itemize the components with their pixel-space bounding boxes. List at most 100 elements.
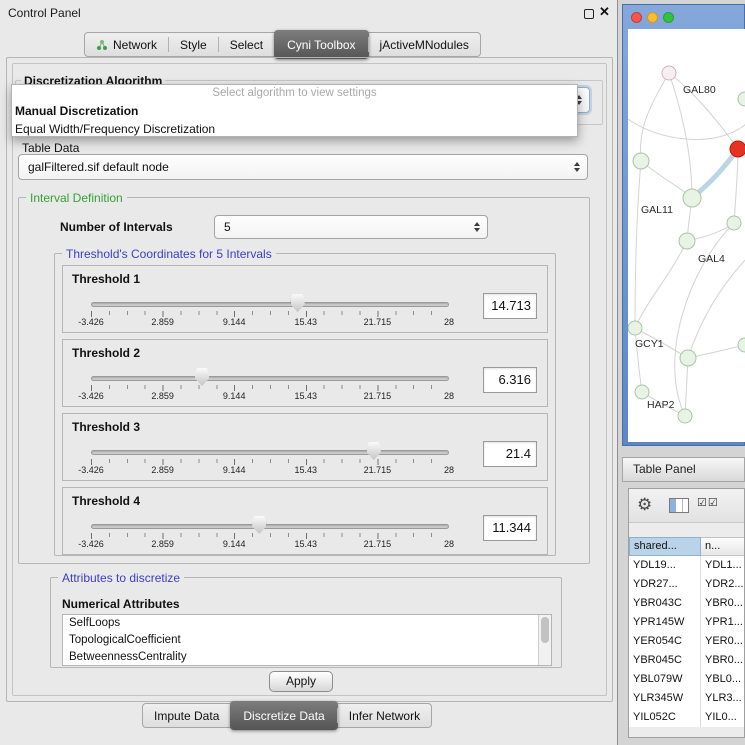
network-icon — [96, 39, 108, 51]
dropdown-option-manual-discretization[interactable]: Manual Discretization — [12, 102, 577, 120]
list-item[interactable]: TopologicalCoefficient — [63, 632, 551, 649]
list-item[interactable]: SelfLoops — [63, 615, 551, 632]
updown-icon — [474, 222, 480, 232]
tab-select[interactable]: Select — [219, 33, 274, 56]
network-window: GAL80 GAL11 GAL4 GCY1 HAP2 — [622, 4, 745, 446]
number-of-intervals-combobox[interactable]: 5 — [214, 215, 488, 239]
number-of-intervals-label: Number of Intervals — [60, 220, 173, 234]
threshold-4-slider[interactable]: -3.426 2.859 9.144 15.43 21.715 28 — [91, 514, 449, 554]
tab-infer-network[interactable]: Infer Network — [338, 704, 431, 727]
network-canvas[interactable]: GAL80 GAL11 GAL4 GCY1 HAP2 — [628, 29, 745, 442]
slider-track[interactable] — [91, 524, 449, 529]
table-header-row: shared... n... — [629, 537, 745, 556]
threshold-4-label: Threshold 4 — [72, 494, 140, 508]
threshold-1-slider-thumb[interactable] — [291, 294, 305, 312]
tab-label: Infer Network — [349, 709, 420, 723]
threshold-2-label: Threshold 2 — [72, 346, 140, 360]
table-panel-window: ⚙ ☑☑ shared... n... YDL19...YDL1... YDR2… — [628, 488, 745, 738]
network-node[interactable] — [635, 385, 649, 399]
tab-label: Cyni Toolbox — [287, 38, 355, 52]
slider-track[interactable] — [91, 376, 449, 381]
threshold-3-slider-thumb[interactable] — [367, 442, 381, 460]
threshold-3-value-field[interactable]: 21.4 — [483, 441, 537, 467]
network-node[interactable] — [683, 189, 701, 207]
table-row[interactable]: YDL19...YDL1... — [629, 556, 745, 575]
close-icon[interactable]: ✕ — [599, 4, 610, 20]
list-scrollbar[interactable] — [538, 615, 551, 665]
network-node[interactable] — [628, 321, 642, 335]
threshold-1-value-field[interactable]: 14.713 — [483, 293, 537, 319]
threshold-2-panel: Threshold 2 -3.426 2.859 9.144 15.43 21.… — [62, 339, 548, 407]
threshold-2-slider-thumb[interactable] — [195, 368, 209, 386]
dropdown-prompt: Select algorithm to view settings — [12, 85, 577, 102]
tab-discretize-data[interactable]: Discretize Data — [230, 701, 337, 730]
columns-icon[interactable] — [669, 498, 689, 513]
top-tab-bar: Network Style Select Cyni Toolbox jActiv… — [84, 32, 481, 57]
network-node[interactable] — [679, 233, 695, 249]
slider-track[interactable] — [91, 450, 449, 455]
bottom-tab-bar: Impute Data Discretize Data Infer Networ… — [142, 703, 432, 728]
restore-icon[interactable] — [584, 9, 594, 19]
table-row[interactable]: YER054CYER0... — [629, 632, 745, 651]
threshold-3-label: Threshold 3 — [72, 420, 140, 434]
tab-cyni-toolbox[interactable]: Cyni Toolbox — [274, 30, 368, 59]
window-minimize-button[interactable] — [647, 12, 658, 23]
tab-style[interactable]: Style — [169, 33, 218, 56]
table-row[interactable]: YPR145WYPR1... — [629, 613, 745, 632]
threshold-4-value-field[interactable]: 11.344 — [483, 515, 537, 541]
table-row[interactable]: YLR345WYLR3... — [629, 689, 745, 708]
window-title: Control Panel — [8, 6, 81, 20]
table-panel-titlebar[interactable]: Table Panel — [622, 457, 745, 482]
tab-jactivemnodules[interactable]: jActiveMNodules — [369, 33, 480, 56]
table-row[interactable]: YIL052CYIL0... — [629, 708, 745, 727]
slider-track[interactable] — [91, 302, 449, 307]
slider-major-ticks — [91, 459, 449, 465]
node-label: GCY1 — [635, 338, 664, 350]
threshold-2-slider[interactable]: -3.426 2.859 9.144 15.43 21.715 28 — [91, 366, 449, 406]
window-zoom-button[interactable] — [663, 12, 674, 23]
table-row[interactable]: YDR27...YDR2... — [629, 575, 745, 594]
network-node[interactable] — [738, 92, 745, 106]
scrollbar-thumb[interactable] — [541, 617, 549, 643]
tab-impute-data[interactable]: Impute Data — [143, 704, 230, 727]
apply-button[interactable]: Apply — [269, 671, 333, 692]
table-data-combobox[interactable]: galFiltered.sif default node — [18, 154, 588, 180]
selected-network-node[interactable] — [730, 141, 745, 157]
dropdown-option-equal-width-frequency[interactable]: Equal Width/Frequency Discretization — [12, 120, 577, 138]
threshold-3-panel: Threshold 3 -3.426 2.859 9.144 15.43 21.… — [62, 413, 548, 481]
column-header-name[interactable]: n... — [701, 537, 745, 556]
node-table: shared... n... YDL19...YDL1... YDR27...Y… — [629, 537, 745, 727]
tab-label: jActiveMNodules — [380, 38, 469, 52]
table-panel-title: Table Panel — [633, 462, 696, 476]
table-row[interactable]: YBR043CYBR0... — [629, 594, 745, 613]
network-node[interactable] — [633, 153, 649, 169]
threshold-3-slider[interactable]: -3.426 2.859 9.144 15.43 21.715 28 — [91, 440, 449, 480]
table-row[interactable]: YBL079WYBL0... — [629, 670, 745, 689]
algorithm-dropdown: Select algorithm to view settings Manual… — [11, 84, 578, 137]
threshold-1-panel: Threshold 1 -3.426 2.859 9.144 15.43 21.… — [62, 265, 548, 333]
network-node[interactable] — [727, 216, 741, 230]
network-node[interactable] — [738, 338, 745, 352]
window-close-button[interactable] — [631, 12, 642, 23]
thresholds-group-title: Threshold's Coordinates for 5 Intervals — [62, 247, 276, 261]
network-node[interactable] — [680, 350, 696, 366]
threshold-4-panel: Threshold 4 -3.426 2.859 9.144 15.43 21.… — [62, 487, 548, 555]
select-columns-icon[interactable]: ☑☑ — [697, 496, 719, 509]
threshold-2-value-field[interactable]: 6.316 — [483, 367, 537, 393]
highlighted-edge[interactable] — [692, 149, 738, 198]
interval-definition-title: Interval Definition — [26, 191, 127, 205]
threshold-1-label: Threshold 1 — [72, 272, 140, 286]
threshold-1-slider[interactable]: -3.426 2.859 9.144 15.43 21.715 28 — [91, 292, 449, 332]
numerical-attributes-label: Numerical Attributes — [62, 597, 180, 611]
table-row[interactable]: YBR045CYBR0... — [629, 651, 745, 670]
gear-icon[interactable]: ⚙ — [637, 495, 652, 515]
network-node[interactable] — [678, 409, 692, 423]
threshold-4-slider-thumb[interactable] — [252, 516, 266, 534]
node-label: HAP2 — [647, 399, 675, 411]
tab-network[interactable]: Network — [85, 33, 168, 56]
attributes-group-title: Attributes to discretize — [58, 571, 184, 585]
column-header-shared-name[interactable]: shared... — [629, 537, 701, 556]
network-node[interactable] — [662, 66, 676, 80]
screen: Control Panel ✕ Network Style Select Cyn… — [0, 0, 745, 745]
list-item[interactable]: BetweennessCentrality — [63, 649, 551, 666]
